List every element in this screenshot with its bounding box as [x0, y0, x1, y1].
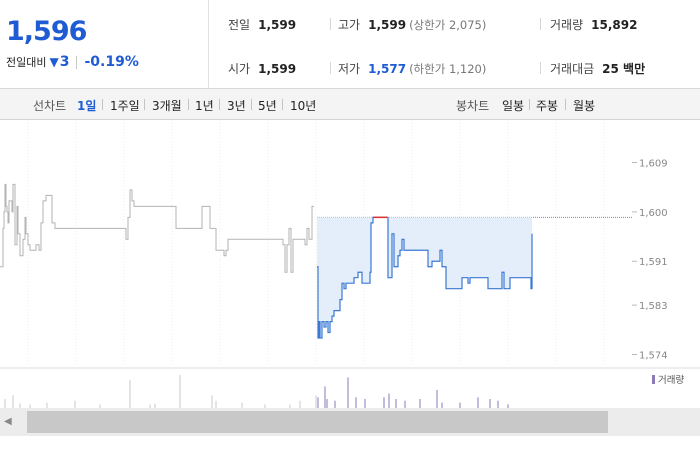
volume-legend-swatch — [652, 375, 655, 384]
toolbar-divider — [188, 99, 189, 110]
y-tick-label: 1,609 — [639, 158, 668, 169]
line-chart-label: 선차트 — [33, 99, 67, 113]
current-price: 1,596 — [6, 16, 87, 47]
candle-monthly[interactable]: 월봉 — [573, 97, 595, 114]
low-label: 저가 — [338, 62, 361, 76]
change-amount: 3 — [59, 54, 70, 70]
volume-stat: 거래량 15,892 — [550, 16, 637, 33]
period-3m[interactable]: 3개월 — [152, 97, 182, 114]
toolbar-divider — [102, 99, 103, 110]
current-price-box: 1,596 전일대비 ▼ 3 -0.19% — [0, 0, 209, 88]
lower-limit: (하한가 1,120) — [409, 61, 487, 76]
low-stat: 저가 1,577 (하한가 1,120) — [338, 60, 486, 77]
previous-session-line — [0, 183, 314, 273]
volume-legend-label: 거래량 — [658, 374, 684, 386]
open-stat: 시가 1,599 — [228, 60, 296, 77]
candle-chart-label: 봉차트 — [456, 99, 490, 113]
upper-limit: (상한가 2,075) — [409, 17, 487, 32]
stat-divider — [330, 18, 331, 30]
chart-scrollbar[interactable]: ◀ — [0, 408, 700, 436]
period-3y[interactable]: 3년 — [227, 97, 246, 114]
prev-close-value: 1,599 — [258, 17, 297, 32]
change-divider — [76, 55, 78, 69]
high-value: 1,599 — [368, 17, 407, 32]
y-tick-label: 1,574 — [639, 351, 668, 362]
prev-close-label: 전일 — [228, 18, 251, 32]
period-1w[interactable]: 1주일 — [110, 97, 140, 114]
y-tick-label: 1,591 — [639, 257, 668, 268]
change-label: 전일대비 — [6, 56, 47, 69]
toolbar-divider — [565, 99, 566, 110]
period-10y[interactable]: 10년 — [290, 97, 316, 114]
period-5y[interactable]: 5년 — [258, 97, 277, 114]
volume-label: 거래량 — [550, 18, 584, 32]
y-tick-label: 1,583 — [639, 301, 668, 312]
volume-value: 15,892 — [591, 17, 638, 32]
candle-daily[interactable]: 일봉 — [502, 97, 524, 114]
high-stat: 고가 1,599 (상한가 2,075) — [338, 16, 486, 33]
change-percent: -0.19% — [84, 54, 139, 70]
toolbar-divider — [282, 99, 283, 110]
today-area-fill — [317, 217, 532, 339]
prev-close-stat: 전일 1,599 — [228, 16, 296, 33]
y-tick-label: 1,600 — [639, 208, 668, 219]
toolbar-divider — [219, 99, 220, 110]
toolbar-divider — [144, 99, 145, 110]
toolbar-divider — [251, 99, 252, 110]
price-chart: 1,609 1,600 1,591 1,583 1,574 거래량 — [0, 120, 700, 408]
period-1d[interactable]: 1일 — [77, 97, 96, 114]
amount-stat: 거래대금 25 백만 — [550, 60, 645, 77]
scroll-thumb[interactable] — [27, 411, 608, 433]
down-triangle-icon: ▼ — [49, 55, 59, 69]
amount-label: 거래대금 — [550, 62, 595, 76]
change-row: 전일대비 ▼ 3 -0.19% — [6, 54, 139, 70]
volume-legend: 거래량 — [652, 374, 684, 386]
stat-divider — [540, 62, 541, 74]
toolbar-divider — [529, 99, 530, 110]
candle-weekly[interactable]: 주봉 — [536, 97, 558, 114]
chart-toolbar: 선차트 1일 1주일 3개월 1년 3년 5년 10년 봉차트 일봉 주봉 월봉 — [0, 89, 700, 120]
quote-header: 1,596 전일대비 ▼ 3 -0.19% 전일 1,599 고가 1,599 … — [0, 0, 700, 89]
amount-value: 25 백만 — [602, 62, 646, 76]
period-1y[interactable]: 1년 — [195, 97, 214, 114]
high-label: 고가 — [338, 18, 361, 32]
low-value: 1,577 — [368, 61, 407, 76]
scroll-left-arrow-icon[interactable]: ◀ — [4, 416, 12, 427]
open-label: 시가 — [228, 62, 251, 76]
open-value: 1,599 — [258, 61, 297, 76]
stat-divider — [540, 18, 541, 30]
stat-divider — [330, 62, 331, 74]
